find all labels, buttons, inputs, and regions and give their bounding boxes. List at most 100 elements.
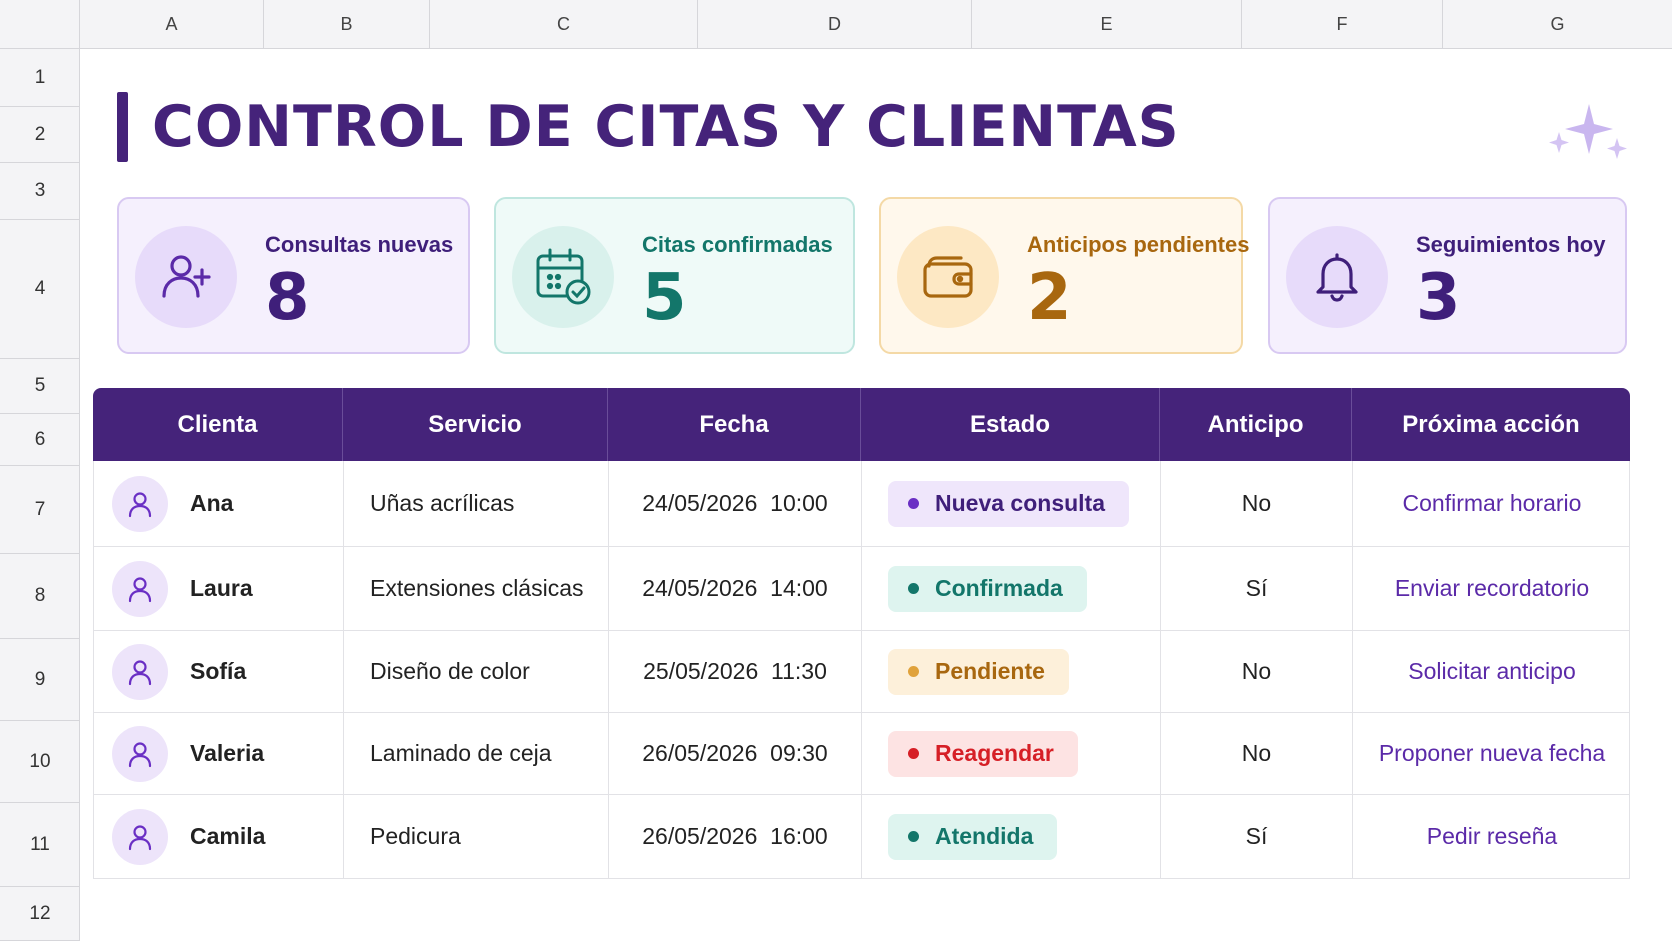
- select-all-corner[interactable]: [0, 0, 80, 49]
- client-name: Ana: [190, 490, 234, 516]
- status-cell[interactable]: Reagendar: [862, 713, 1161, 794]
- next-action-link[interactable]: Confirmar horario: [1403, 490, 1582, 517]
- deposit-cell[interactable]: Sí: [1161, 547, 1353, 630]
- column-headers: A B C D E F G: [80, 0, 1672, 49]
- kpi-card-pending-deposits[interactable]: Anticipos pendientes 2: [879, 197, 1249, 354]
- header-client[interactable]: Clienta: [93, 388, 343, 461]
- column-header-f[interactable]: F: [1242, 0, 1443, 49]
- kpi-label: Seguimientos hoy: [1416, 232, 1606, 257]
- row-header-3[interactable]: 3: [0, 163, 80, 220]
- next-action-link[interactable]: Solicitar anticipo: [1408, 658, 1575, 685]
- column-header-e[interactable]: E: [972, 0, 1242, 49]
- service-cell[interactable]: Uñas acrílicas: [344, 461, 609, 546]
- row-header-7[interactable]: 7: [0, 466, 80, 554]
- next-action-link[interactable]: Enviar recordatorio: [1395, 575, 1589, 602]
- next-action-cell[interactable]: Enviar recordatorio: [1353, 547, 1631, 630]
- client-name: Laura: [190, 575, 253, 601]
- header-date[interactable]: Fecha: [608, 388, 861, 461]
- deposit-cell[interactable]: No: [1161, 713, 1353, 794]
- service-cell[interactable]: Pedicura: [344, 795, 609, 878]
- date-cell[interactable]: 24/05/2026 10:00: [609, 461, 862, 546]
- status-cell[interactable]: Nueva consulta: [862, 461, 1161, 546]
- next-action-link[interactable]: Pedir reseña: [1427, 823, 1557, 850]
- client-cell[interactable]: Sofía: [94, 631, 344, 712]
- client-name: Valeria: [190, 740, 265, 766]
- row-header-8[interactable]: 8: [0, 554, 80, 639]
- wallet-icon: [897, 226, 999, 328]
- user-icon: [112, 475, 168, 532]
- service-cell[interactable]: Diseño de color: [344, 631, 609, 712]
- status-cell[interactable]: Atendida: [862, 795, 1161, 878]
- table-row[interactable]: Sofía Diseño de color 25/05/2026 11:30 P…: [93, 631, 1630, 713]
- kpi-label: Consultas nuevas: [265, 232, 454, 257]
- sparkles-icon: [1549, 104, 1627, 159]
- kpi-label: Anticipos pendientes: [1027, 232, 1250, 257]
- header-deposit[interactable]: Anticipo: [1160, 388, 1352, 461]
- header-next-action[interactable]: Próxima acción: [1352, 388, 1630, 461]
- status-badge: Pendiente: [888, 648, 1069, 695]
- user-icon: [112, 808, 168, 865]
- next-action-link[interactable]: Proponer nueva fecha: [1379, 740, 1605, 767]
- column-header-c[interactable]: C: [430, 0, 698, 49]
- row-header-10[interactable]: 10: [0, 721, 80, 803]
- column-header-g[interactable]: G: [1443, 0, 1672, 49]
- header-service[interactable]: Servicio: [343, 388, 608, 461]
- date-cell[interactable]: 26/05/2026 16:00: [609, 795, 862, 878]
- title-accent-bar: [117, 92, 128, 162]
- row-header-9[interactable]: 9: [0, 639, 80, 721]
- kpi-value: 2: [1027, 261, 1072, 335]
- user-icon: [112, 560, 168, 617]
- client-cell[interactable]: Valeria: [94, 713, 344, 794]
- status-badge: Reagendar: [888, 730, 1078, 777]
- table-row[interactable]: Ana Uñas acrílicas 24/05/2026 10:00 Nuev…: [93, 461, 1630, 547]
- table-row[interactable]: Laura Extensiones clásicas 24/05/2026 14…: [93, 547, 1630, 631]
- column-header-a[interactable]: A: [80, 0, 264, 49]
- status-cell[interactable]: Confirmada: [862, 547, 1161, 630]
- user-icon: [112, 643, 168, 700]
- kpi-card-follow-ups-today[interactable]: Seguimientos hoy 3: [1268, 197, 1627, 354]
- row-header-6[interactable]: 6: [0, 414, 80, 466]
- date-cell[interactable]: 25/05/2026 11:30: [609, 631, 862, 712]
- kpi-value: 3: [1416, 261, 1461, 335]
- row-header-1[interactable]: 1: [0, 49, 80, 107]
- bell-icon: [1286, 226, 1388, 328]
- row-header-12[interactable]: 12: [0, 887, 80, 941]
- client-name: Sofía: [190, 658, 247, 684]
- user-plus-icon: [135, 226, 237, 328]
- table-row[interactable]: Camila Pedicura 26/05/2026 16:00 Atendid…: [93, 795, 1630, 879]
- table-header: Clienta Servicio Fecha Estado Anticipo P…: [93, 388, 1630, 461]
- deposit-cell[interactable]: Sí: [1161, 795, 1353, 878]
- client-cell[interactable]: Laura: [94, 547, 344, 630]
- row-header-5[interactable]: 5: [0, 359, 80, 414]
- column-header-b[interactable]: B: [264, 0, 430, 49]
- column-header-d[interactable]: D: [698, 0, 972, 49]
- header-status[interactable]: Estado: [861, 388, 1160, 461]
- row-header-2[interactable]: 2: [0, 107, 80, 163]
- status-badge: Confirmada: [888, 565, 1087, 612]
- next-action-cell[interactable]: Solicitar anticipo: [1353, 631, 1631, 712]
- deposit-cell[interactable]: No: [1161, 461, 1353, 546]
- client-cell[interactable]: Ana: [94, 461, 344, 546]
- next-action-cell[interactable]: Confirmar horario: [1353, 461, 1631, 546]
- kpi-card-new-inquiries[interactable]: Consultas nuevas 8: [117, 197, 470, 354]
- kpi-value: 8: [265, 261, 310, 335]
- table-row[interactable]: Valeria Laminado de ceja 26/05/2026 09:3…: [93, 713, 1630, 795]
- kpi-label: Citas confirmadas: [642, 232, 833, 257]
- user-icon: [112, 725, 168, 782]
- row-header-11[interactable]: 11: [0, 803, 80, 887]
- row-header-4[interactable]: 4: [0, 220, 80, 359]
- status-badge: Nueva consulta: [888, 480, 1129, 527]
- service-cell[interactable]: Extensiones clásicas: [344, 547, 609, 630]
- next-action-cell[interactable]: Pedir reseña: [1353, 795, 1631, 878]
- next-action-cell[interactable]: Proponer nueva fecha: [1353, 713, 1631, 794]
- kpi-card-confirmed-appointments[interactable]: Citas confirmadas 5: [494, 197, 855, 354]
- status-cell[interactable]: Pendiente: [862, 631, 1161, 712]
- client-cell[interactable]: Camila: [94, 795, 344, 878]
- calendar-check-icon: [512, 226, 614, 328]
- date-cell[interactable]: 24/05/2026 14:00: [609, 547, 862, 630]
- kpi-value: 5: [642, 261, 687, 335]
- page-title[interactable]: CONTROL DE CITAS Y CLIENTAS: [152, 92, 1180, 162]
- deposit-cell[interactable]: No: [1161, 631, 1353, 712]
- service-cell[interactable]: Laminado de ceja: [344, 713, 609, 794]
- date-cell[interactable]: 26/05/2026 09:30: [609, 713, 862, 794]
